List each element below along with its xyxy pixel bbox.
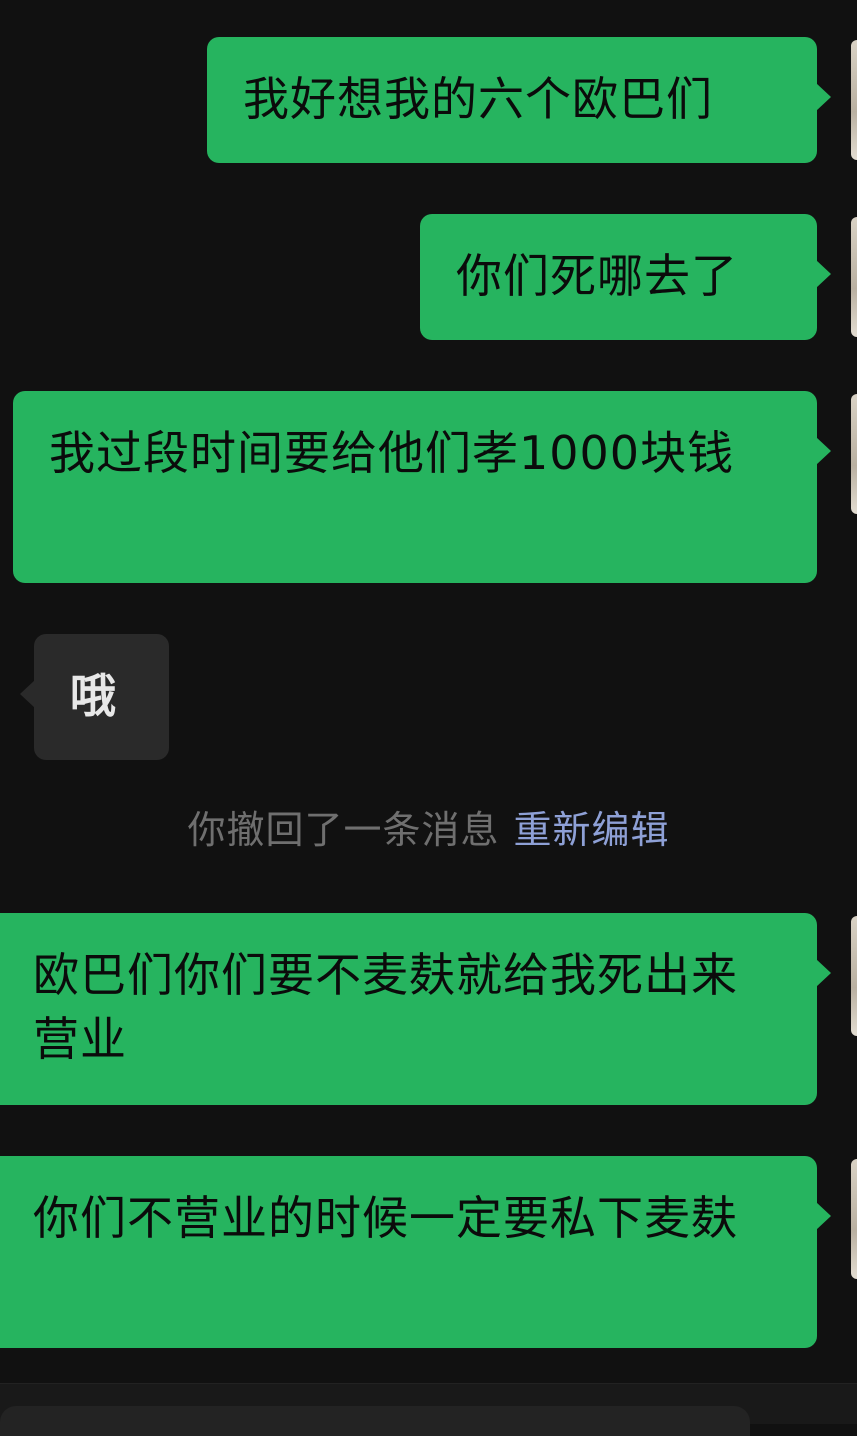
avatar[interactable] — [851, 1159, 857, 1279]
avatar[interactable] — [851, 394, 857, 514]
message-bubble-outgoing[interactable]: 你们不营业的时候一定要私下麦麸 — [0, 1156, 831, 1348]
message-text: 哦 — [70, 669, 117, 723]
message-text: 我好想我的六个欧巴们 — [243, 72, 713, 126]
message-bubble-incoming[interactable]: 哦 — [20, 634, 169, 760]
recall-notice: 你撤回了一条消息 重新编辑 — [0, 800, 857, 860]
avatar[interactable] — [851, 40, 857, 160]
re-edit-link[interactable]: 重新编辑 — [514, 808, 670, 852]
avatar[interactable] — [851, 217, 857, 337]
message-bubble-outgoing[interactable]: 欧巴们你们要不麦麸就给我死出来营业 — [0, 913, 831, 1105]
message-bubble-outgoing[interactable]: 我过段时间要给他们孝1000块钱 — [13, 391, 831, 583]
message-text: 欧巴们你们要不麦麸就给我死出来营业 — [33, 948, 738, 1066]
message-text: 你们死哪去了 — [456, 249, 738, 303]
message-text: 我过段时间要给他们孝1000块钱 — [49, 426, 735, 480]
avatar[interactable] — [851, 916, 857, 1036]
recall-notice-text: 你撤回了一条消息 — [187, 808, 500, 852]
message-bubble-outgoing[interactable]: 我好想我的六个欧巴们 — [207, 37, 831, 163]
message-text: 你们不营业的时候一定要私下麦麸 — [33, 1191, 738, 1245]
message-input[interactable] — [0, 1406, 750, 1436]
message-bubble-outgoing[interactable]: 你们死哪去了 — [420, 214, 831, 340]
